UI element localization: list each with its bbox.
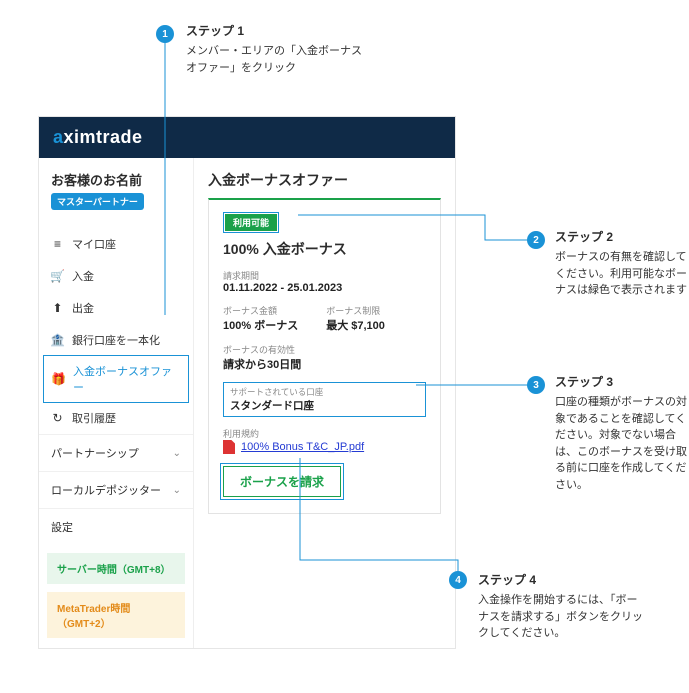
bonus-card: 利用可能 100% 入金ボーナス 請求期間 01.11.2022 - 25.01… [208,198,441,514]
nav-label: マイ口座 [72,236,116,252]
customer-name: お客様のお名前 [51,170,181,189]
terms-label: 利用規約 [223,427,426,440]
step-4-bullet: 4 [449,571,467,589]
availability-badge: 利用可能 [225,214,277,231]
step-4-callout: ステップ 4 入金操作を開始するには、「ボーナスを請求する」ボタンをクリックして… [478,571,648,642]
step-1-callout: ステップ 1 メンバー・エリアの「入金ボーナスオファー」をクリック [186,22,366,76]
step-3-title: ステップ 3 [555,373,689,390]
metatrader-time: MetaTrader時間（GMT+2） [47,592,185,638]
app-header: aximtrade [39,117,455,158]
step-3-bullet: 3 [527,376,545,394]
exp-label: ローカルデポジッター [51,482,161,498]
app-window: aximtrade お客様のお名前 マスターパートナー ≡ マイ口座 🛒 入金 … [38,116,456,649]
logo-prefix: a [53,127,64,147]
period-value: 01.11.2022 - 25.01.2023 [223,282,426,294]
terms-pdf-link[interactable]: 100% Bonus T&C_JP.pdf [241,441,364,453]
step-3-text: 口座の種類がボーナスの対象であることを確認してください。対象でない場合は、このボ… [555,394,689,493]
step-1-title: ステップ 1 [186,22,366,39]
amount-label: ボーナス金額 [223,304,298,317]
gift-icon: 🎁 [52,372,65,386]
chevron-down-icon: ⌄ [173,485,181,496]
step-4-text: 入金操作を開始するには、「ボーナスを請求する」ボタンをクリックしてください。 [478,592,648,642]
content-panel: 入金ボーナスオファー 利用可能 100% 入金ボーナス 請求期間 01.11.2… [194,158,455,648]
content-title: 入金ボーナスオファー [208,170,441,190]
customer-badge: マスターパートナー [51,193,144,210]
limit-row: ボーナス制限 最大 $7,100 [326,304,385,333]
chevron-down-icon: ⌄ [173,448,181,459]
step-3-callout: ステップ 3 口座の種類がボーナスの対象であることを確認してください。対象でない… [555,373,689,493]
exp-settings[interactable]: 設定 [39,508,193,545]
step-2-bullet: 2 [527,231,545,249]
step-1-bullet: 1 [156,25,174,43]
nav-label: 出金 [72,300,94,316]
step-2-title: ステップ 2 [555,228,689,245]
step-4-title: ステップ 4 [478,571,648,588]
upload-icon: ⬆ [51,301,64,315]
list-icon: ≡ [51,237,64,251]
nav-deposit[interactable]: 🛒 入金 [39,260,193,292]
nav-label: 入金ボーナスオファー [73,363,180,395]
exp-label: パートナーシップ [51,445,139,461]
clock-icon: ↻ [51,411,64,425]
nav-withdraw[interactable]: ⬆ 出金 [39,292,193,324]
nav-label: 銀行口座を一本化 [72,332,160,348]
nav-consolidate[interactable]: 🏦 銀行口座を一本化 [39,324,193,356]
nav-history[interactable]: ↻ 取引履歴 [39,402,193,434]
exp-partnership[interactable]: パートナーシップ ⌄ [39,434,193,471]
amount-row: ボーナス金額 100% ボーナス [223,304,298,333]
exp-label: 設定 [51,519,73,535]
validity-row: ボーナスの有効性 請求から30日間 [223,343,426,372]
server-time-gmt8: サーバー時間（GMT+8） [47,553,185,584]
bonus-title: 100% 入金ボーナス [223,239,426,259]
nav-myaccount[interactable]: ≡ マイ口座 [39,228,193,260]
nav-label: 入金 [72,268,94,284]
step-2-callout: ステップ 2 ボーナスの有無を確認してください。利用可能なボーナスは緑色で表示さ… [555,228,689,299]
exp-localdep[interactable]: ローカルデポジッター ⌄ [39,471,193,508]
acct-label: サポートされている口座 [230,386,419,398]
bank-icon: 🏦 [51,333,64,347]
cart-icon: 🛒 [51,269,64,283]
sidebar-nav: ≡ マイ口座 🛒 入金 ⬆ 出金 🏦 銀行口座を一本化 🎁 入金ボーナ [39,228,193,434]
customer-block: お客様のお名前 マスターパートナー [39,158,193,218]
limit-value: 最大 $7,100 [326,317,385,333]
claim-bonus-button[interactable]: ボーナスを請求 [223,466,341,497]
step-2-text: ボーナスの有無を確認してください。利用可能なボーナスは緑色で表示されます [555,249,689,299]
nav-bonus-offer[interactable]: 🎁 入金ボーナスオファー [43,355,189,403]
logo-rest: ximtrade [64,127,143,147]
period-row: 請求期間 01.11.2022 - 25.01.2023 [223,269,426,294]
availability-highlight: 利用可能 [223,212,279,233]
nav-label: 取引履歴 [72,410,116,426]
pdf-icon [223,440,235,454]
amount-value: 100% ボーナス [223,317,298,333]
validity-label: ボーナスの有効性 [223,343,426,356]
step-1-text: メンバー・エリアの「入金ボーナスオファー」をクリック [186,43,366,76]
sidebar: お客様のお名前 マスターパートナー ≡ マイ口座 🛒 入金 ⬆ 出金 🏦 [39,158,194,648]
validity-value: 請求から30日間 [223,356,426,372]
acct-value: スタンダード口座 [230,398,419,413]
period-label: 請求期間 [223,269,426,282]
limit-label: ボーナス制限 [326,304,385,317]
supported-account-highlight: サポートされている口座 スタンダード口座 [223,382,426,417]
